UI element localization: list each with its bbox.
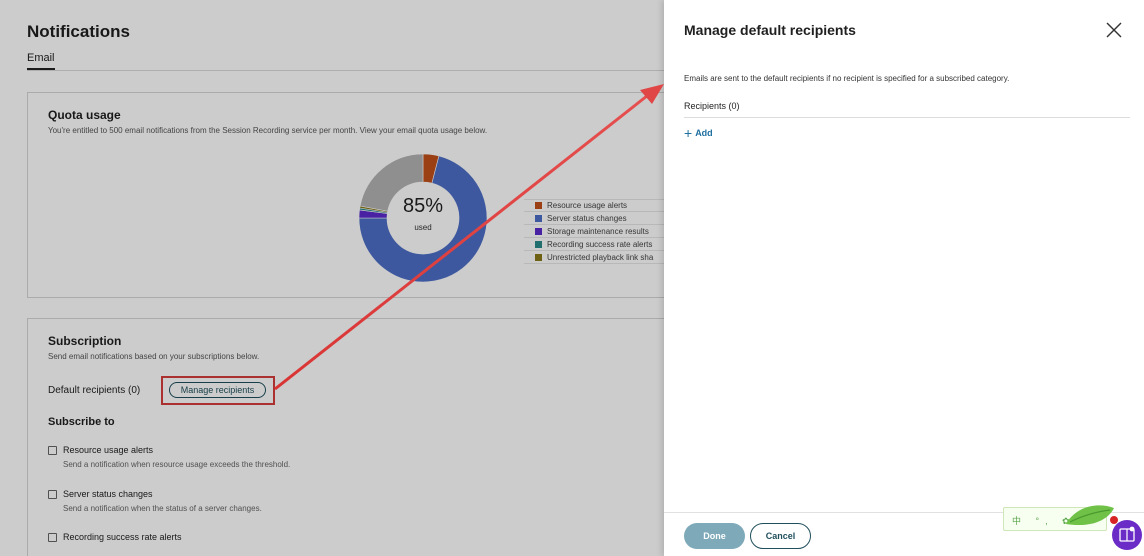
recipients-divider <box>684 117 1130 118</box>
help-button[interactable] <box>1112 520 1142 550</box>
help-book-icon <box>1119 526 1135 542</box>
plus-icon: + <box>684 125 693 141</box>
close-icon[interactable] <box>1104 20 1124 40</box>
cancel-button[interactable]: Cancel <box>750 523 811 549</box>
manage-recipients-panel: Manage default recipients Emails are sen… <box>664 0 1144 556</box>
done-button[interactable]: Done <box>684 523 745 549</box>
panel-description: Emails are sent to the default recipient… <box>684 74 1010 83</box>
ime-toolbar[interactable]: 中 °, ✿ <box>1003 505 1114 531</box>
notification-badge <box>1110 516 1118 524</box>
add-label: Add <box>695 128 713 138</box>
recipients-label: Recipients (0) <box>684 101 740 111</box>
modal-backdrop[interactable] <box>0 0 664 556</box>
panel-title: Manage default recipients <box>684 22 856 38</box>
add-recipient-link[interactable]: + Add <box>684 125 713 141</box>
leaf-icon <box>1066 505 1114 526</box>
